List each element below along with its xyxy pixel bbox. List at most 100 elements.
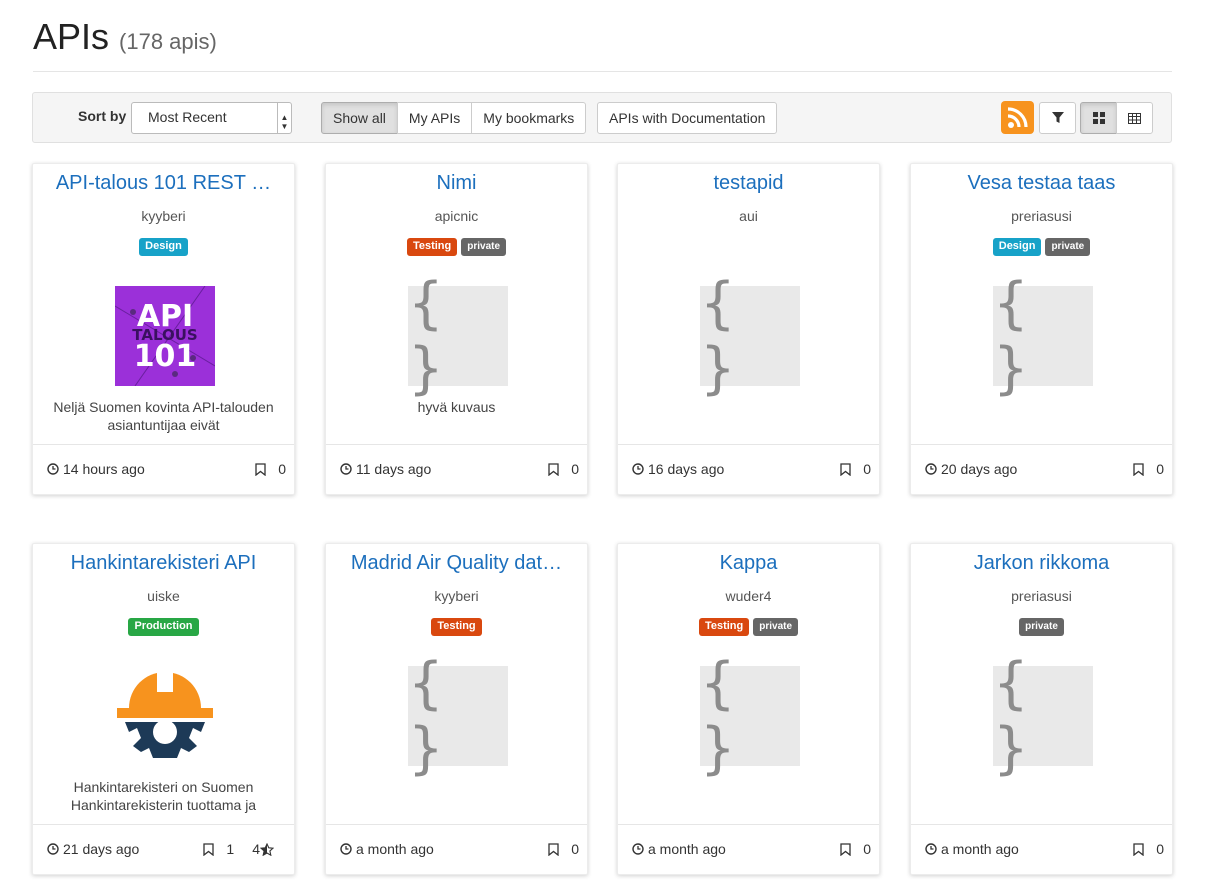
my-bookmarks-button[interactable]: My bookmarks — [471, 102, 587, 134]
api-tags: Design private — [911, 238, 1172, 256]
bookmark-button[interactable]: 0 — [548, 841, 579, 857]
tag-private[interactable]: private — [1045, 238, 1091, 256]
api-image[interactable]: API TALOUS 101 — [114, 285, 216, 387]
card-footer: 11 days ago 0 — [326, 444, 587, 494]
api-owner[interactable]: apicnic — [326, 208, 587, 224]
api-owner[interactable]: wuder4 — [618, 588, 879, 604]
sort-select[interactable]: Most Recent ▲ ▼ — [131, 102, 292, 134]
api-title-link[interactable]: Hankintarekisteri API — [43, 552, 284, 575]
api-owner[interactable]: preriasusi — [911, 588, 1172, 604]
bookmark-button[interactable]: 0 — [548, 461, 579, 477]
api-card[interactable]: Jarkon rikkoma preriasusi private { } a mont… — [910, 543, 1173, 875]
tag-private[interactable]: private — [753, 618, 799, 636]
api-placeholder-icon: { } — [408, 651, 508, 781]
updated-time: 14 hours ago — [47, 461, 145, 477]
tag-design[interactable]: Design — [139, 238, 188, 256]
updated-time-text: 16 days ago — [648, 461, 725, 477]
tag-testing[interactable]: Testing — [698, 618, 750, 636]
api-image[interactable]: { } — [993, 271, 1093, 401]
api-image[interactable]: { } — [700, 651, 800, 781]
card-footer: 16 days ago 0 — [618, 444, 879, 494]
api-image[interactable]: { } — [408, 271, 508, 401]
bookmark-button[interactable]: 0 — [1133, 841, 1164, 857]
api-description: Neljä Suomen kovinta API-talouden asiant… — [53, 399, 274, 433]
svg-text:101: 101 — [134, 339, 197, 374]
api-image[interactable]: { } — [700, 271, 800, 401]
bookmark-count: 0 — [863, 461, 871, 477]
clock-icon — [47, 463, 59, 475]
api-card[interactable]: Hankintarekisteri API uiske Production Hank… — [32, 543, 295, 875]
docs-filter-group: APIs with Documentation — [597, 102, 778, 134]
tag-private[interactable]: private — [461, 238, 507, 256]
clock-icon — [340, 463, 352, 475]
bookmark-count: 0 — [1156, 461, 1164, 477]
bookmark-button[interactable]: 0 — [255, 461, 286, 477]
rating-value: 4 — [252, 841, 260, 857]
api-description — [931, 778, 1152, 816]
my-apis-button[interactable]: My APIs — [396, 102, 473, 134]
api-tags: private — [911, 618, 1172, 636]
bookmark-button[interactable]: 0 — [840, 841, 871, 857]
bookmark-button[interactable]: 0 — [840, 461, 871, 477]
bookmark-count: 0 — [571, 841, 579, 857]
api-owner[interactable]: kyyberi — [326, 588, 587, 604]
api-title-link[interactable]: Madrid Air Quality dat… — [336, 552, 577, 575]
table-view-button[interactable] — [1116, 102, 1153, 134]
api-title-link[interactable]: Kappa — [628, 552, 869, 575]
card-footer: a month ago 0 — [618, 824, 879, 874]
rss-icon — [1007, 107, 1028, 128]
api-image[interactable]: { } — [993, 651, 1093, 781]
updated-time-text: 14 hours ago — [63, 461, 145, 477]
bookmark-icon — [255, 462, 266, 476]
filter-button[interactable] — [1039, 102, 1076, 134]
updated-time-text: 21 days ago — [63, 841, 140, 857]
updated-time: a month ago — [925, 841, 1019, 857]
api-owner[interactable]: kyyberi — [33, 208, 294, 224]
bookmark-count: 0 — [1156, 841, 1164, 857]
tag-testing[interactable]: Testing — [406, 238, 458, 256]
api-owner[interactable]: aui — [618, 208, 879, 224]
apis-with-documentation-button[interactable]: APIs with Documentation — [597, 102, 778, 134]
api-image[interactable]: { } — [408, 651, 508, 781]
grid-view-icon — [1092, 112, 1105, 124]
bookmark-button[interactable]: 0 — [1133, 461, 1164, 477]
api-talous-logo-image: APITALOUS101 — [114, 285, 216, 387]
page-header: APIs (178 apis) — [33, 16, 217, 60]
api-owner[interactable]: preriasusi — [911, 208, 1172, 224]
grid-view-button[interactable] — [1080, 102, 1117, 134]
tag-private[interactable]: private — [1019, 618, 1064, 636]
api-description: hyvä kuvaus — [417, 399, 496, 415]
api-title-link[interactable]: API-talous 101 REST … — [43, 172, 284, 195]
rss-button[interactable] — [1001, 101, 1034, 134]
api-image[interactable] — [115, 666, 215, 766]
sort-selected-value: Most Recent — [148, 109, 227, 125]
api-tags: Production — [33, 618, 294, 636]
api-title-link[interactable]: Nimi — [336, 172, 577, 195]
updated-time: 16 days ago — [632, 461, 724, 477]
api-card[interactable]: Nimi apicnic Testing private { } hyvä kuvaus 1… — [325, 163, 588, 495]
api-owner[interactable]: uiske — [33, 588, 294, 604]
card-footer: 14 hours ago 0 — [33, 444, 294, 494]
bookmark-button[interactable]: 14 — [203, 841, 286, 857]
api-card[interactable]: Madrid Air Quality dat… kyyberi Testing { }… — [325, 543, 588, 875]
api-title-link[interactable]: testapid — [628, 172, 869, 195]
tag-production[interactable]: Production — [128, 618, 199, 636]
show-all-button[interactable]: Show all — [321, 102, 398, 134]
bookmark-icon — [840, 842, 851, 856]
api-card[interactable]: API-talous 101 REST … kyyberi Design API TAL… — [32, 163, 295, 495]
api-title-link[interactable]: Jarkon rikkoma — [921, 552, 1162, 575]
select-arrows-icon: ▲ ▼ — [277, 103, 291, 133]
updated-time: 11 days ago — [340, 461, 431, 477]
bookmark-icon — [203, 842, 215, 856]
api-title-link[interactable]: Vesa testaa taas — [921, 172, 1162, 195]
api-card[interactable]: Kappa wuder4 Testing private { } a month ago 0 — [617, 543, 880, 875]
bookmark-icon — [840, 462, 851, 476]
clock-icon — [632, 843, 644, 855]
updated-time: 21 days ago — [47, 841, 139, 857]
api-card[interactable]: testapid aui { } 16 days ago 0 — [617, 163, 880, 495]
tag-testing[interactable]: Testing — [431, 618, 482, 636]
api-placeholder-icon: { } — [700, 651, 800, 781]
api-card[interactable]: Vesa testaa taas preriasusi Design private {… — [910, 163, 1173, 495]
tag-design[interactable]: Design — [992, 238, 1042, 256]
card-footer: 21 days ago 1 4 — [33, 824, 294, 874]
